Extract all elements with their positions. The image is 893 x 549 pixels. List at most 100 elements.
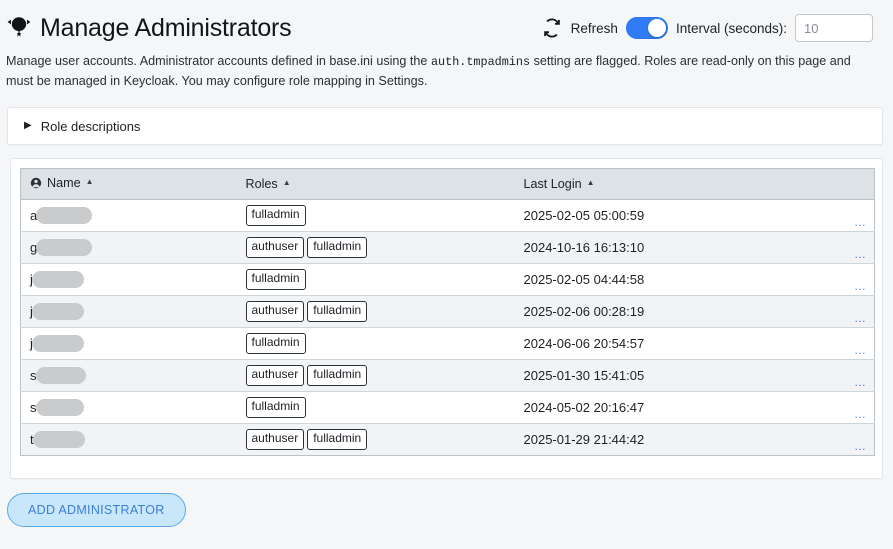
table-row: j fulladmin 2024-06-06 20:54:57... bbox=[20, 327, 875, 361]
cell-roles: authuser fulladmin bbox=[236, 423, 515, 456]
role-badge: fulladmin bbox=[307, 429, 368, 450]
table-row: t authuser fulladmin 2025-01-29 21:44:42... bbox=[20, 423, 875, 456]
row-menu-icon[interactable]: ... bbox=[854, 344, 866, 356]
role-badge: authuser bbox=[245, 429, 305, 450]
description-part-1: Manage user accounts. Administrator acco… bbox=[6, 54, 431, 68]
redacted-name bbox=[36, 207, 93, 225]
role-badge: fulladmin bbox=[245, 333, 306, 354]
redacted-name bbox=[31, 303, 84, 321]
row-menu-icon[interactable]: ... bbox=[854, 216, 866, 228]
refresh-controls: Refresh Interval (seconds): bbox=[541, 14, 879, 42]
administrators-table: Name ▲ Roles ▲ Last Login ▲ a fulladmin … bbox=[20, 168, 875, 457]
role-badge: fulladmin bbox=[307, 301, 368, 322]
refresh-icon[interactable] bbox=[541, 17, 563, 39]
administrators-table-card: Name ▲ Roles ▲ Last Login ▲ a fulladmin … bbox=[10, 158, 883, 480]
table-body: a fulladmin 2025-02-05 05:00:59... g authuse… bbox=[20, 199, 875, 456]
sort-asc-icon: ▲ bbox=[586, 178, 595, 188]
table-row: j fulladmin 2025-02-05 04:44:58... bbox=[20, 263, 875, 297]
role-badge: fulladmin bbox=[245, 269, 306, 290]
page-header: A Manage Administrators Refresh Interval… bbox=[0, 0, 893, 48]
cell-roles: authuser fulladmin bbox=[236, 295, 515, 329]
cell-actions: ... bbox=[834, 423, 875, 456]
cell-actions: ... bbox=[834, 295, 875, 329]
manage-administrators-page: A Manage Administrators Refresh Interval… bbox=[0, 0, 893, 549]
cell-actions: ... bbox=[834, 199, 875, 233]
row-menu-icon[interactable]: ... bbox=[854, 280, 866, 292]
cell-name: j bbox=[20, 327, 237, 361]
toggle-knob bbox=[647, 19, 666, 37]
role-badge: authuser bbox=[245, 365, 305, 386]
cell-name: j bbox=[20, 263, 237, 297]
add-administrator-button[interactable]: ADD ADMINISTRATOR bbox=[7, 493, 186, 528]
column-header-last-login[interactable]: Last Login ▲ bbox=[514, 168, 835, 201]
column-header-roles[interactable]: Roles ▲ bbox=[236, 168, 515, 201]
column-header-roles-label: Roles bbox=[245, 177, 278, 192]
role-badge: authuser bbox=[245, 237, 305, 258]
cell-roles: fulladmin bbox=[236, 327, 515, 361]
page-description: Manage user accounts. Administrator acco… bbox=[0, 48, 886, 91]
table-row: s authuser fulladmin 2025-01-30 15:41:05... bbox=[20, 359, 875, 393]
accordion-label: Role descriptions bbox=[40, 118, 141, 134]
cell-name: t bbox=[20, 423, 237, 456]
cell-actions: ... bbox=[834, 391, 875, 425]
cell-roles: fulladmin bbox=[236, 263, 515, 297]
table-header: Name ▲ Roles ▲ Last Login ▲ bbox=[20, 168, 875, 201]
cell-roles: authuser fulladmin bbox=[236, 359, 515, 393]
cell-name: a bbox=[20, 199, 237, 233]
cell-name: s bbox=[20, 359, 237, 393]
cell-actions: ... bbox=[834, 263, 875, 297]
row-menu-icon[interactable]: ... bbox=[854, 376, 866, 388]
cell-roles: fulladmin bbox=[236, 391, 515, 425]
role-badge: fulladmin bbox=[307, 237, 368, 258]
admin-person-icon: A bbox=[7, 17, 31, 39]
refresh-toggle[interactable] bbox=[625, 17, 668, 39]
cell-actions: ... bbox=[834, 327, 875, 361]
cell-last-login: 2025-02-05 04:44:58 bbox=[514, 263, 835, 297]
role-descriptions-accordion[interactable]: ▶ Role descriptions bbox=[7, 107, 883, 146]
column-header-last-login-label: Last Login bbox=[523, 177, 582, 192]
sort-asc-icon: ▲ bbox=[282, 178, 291, 188]
role-badge: fulladmin bbox=[307, 365, 368, 386]
redacted-name bbox=[35, 367, 86, 385]
page-title-group: A Manage Administrators bbox=[6, 13, 292, 42]
cell-roles: fulladmin bbox=[236, 199, 515, 233]
sort-asc-icon: ▲ bbox=[85, 177, 94, 187]
row-menu-icon[interactable]: ... bbox=[854, 440, 866, 452]
chevron-right-icon: ▶ bbox=[24, 120, 32, 132]
cell-last-login: 2025-01-29 21:44:42 bbox=[514, 423, 835, 456]
refresh-label: Refresh bbox=[570, 20, 618, 36]
row-menu-icon[interactable]: ... bbox=[854, 248, 866, 260]
cell-last-login: 2024-10-16 16:13:10 bbox=[514, 231, 835, 265]
table-row: s fulladmin 2024-05-02 20:16:47... bbox=[20, 391, 875, 425]
cell-last-login: 2025-02-06 00:28:19 bbox=[514, 295, 835, 329]
user-circle-icon bbox=[30, 177, 42, 189]
cell-last-login: 2024-05-02 20:16:47 bbox=[514, 391, 835, 425]
row-menu-icon[interactable]: ... bbox=[854, 312, 866, 324]
redacted-name bbox=[31, 335, 84, 353]
role-badge: authuser bbox=[245, 301, 305, 322]
cell-name: g bbox=[20, 231, 237, 265]
page-footer: ADD ADMINISTRATOR bbox=[0, 479, 893, 528]
cell-name: s bbox=[20, 391, 237, 425]
page-title: Manage Administrators bbox=[40, 13, 292, 42]
column-header-name[interactable]: Name ▲ bbox=[20, 168, 237, 201]
cell-last-login: 2025-02-05 05:00:59 bbox=[514, 199, 835, 233]
table-row: jauthuserfulladmin2025-02-06 00:28:19... bbox=[20, 295, 875, 329]
table-header-row: Name ▲ Roles ▲ Last Login ▲ bbox=[20, 168, 875, 201]
column-header-name-label: Name bbox=[47, 176, 81, 191]
svg-text:A: A bbox=[17, 33, 21, 39]
role-badge: fulladmin bbox=[245, 205, 306, 226]
cell-roles: authuser fulladmin bbox=[236, 231, 515, 265]
row-menu-icon[interactable]: ... bbox=[854, 408, 866, 420]
cell-last-login: 2025-01-30 15:41:05 bbox=[514, 359, 835, 393]
interval-seconds-input[interactable] bbox=[795, 14, 873, 42]
redacted-name bbox=[32, 431, 85, 449]
description-code: auth.tmpadmins bbox=[430, 55, 531, 69]
table-row: g authuser fulladmin 2024-10-16 16:13:10... bbox=[20, 231, 875, 265]
cell-actions: ... bbox=[834, 231, 875, 265]
cell-actions: ... bbox=[834, 359, 875, 393]
redacted-name bbox=[35, 399, 84, 417]
cell-last-login: 2024-06-06 20:54:57 bbox=[514, 327, 835, 361]
redacted-name bbox=[36, 239, 93, 257]
role-badge: fulladmin bbox=[245, 397, 306, 418]
